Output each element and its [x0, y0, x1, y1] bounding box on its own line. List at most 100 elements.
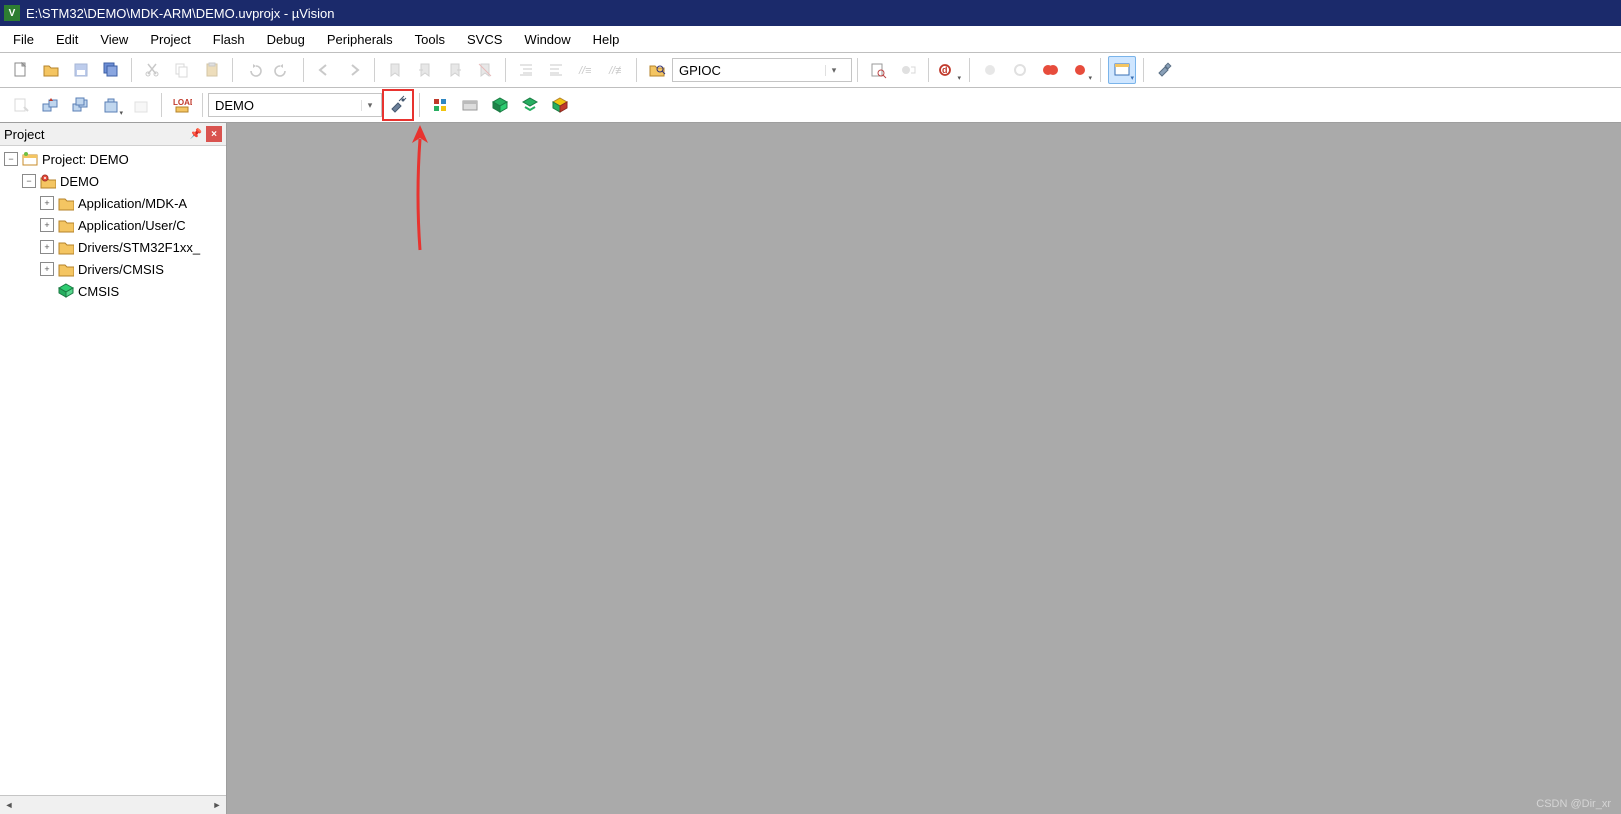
expand-icon[interactable]: + [40, 240, 54, 254]
expand-icon[interactable]: + [40, 262, 54, 276]
tree-root[interactable]: − Project: DEMO [2, 148, 226, 170]
save-icon[interactable] [68, 57, 94, 83]
window-layout-icon[interactable]: ▾ [1108, 56, 1136, 84]
build-icon[interactable] [38, 92, 64, 118]
bookmark-next-icon[interactable] [442, 57, 468, 83]
uncomment-icon[interactable]: //≢ [603, 57, 629, 83]
bookmark-prev-icon[interactable] [412, 57, 438, 83]
breakpoint-enable-icon[interactable]: ▾ [1067, 57, 1093, 83]
menu-tools[interactable]: Tools [404, 26, 456, 52]
project-tree[interactable]: − Project: DEMO − DEMO + Application/MDK… [0, 146, 226, 814]
indent-icon[interactable] [513, 57, 539, 83]
svg-text:d: d [942, 65, 948, 75]
save-all-icon[interactable] [98, 57, 124, 83]
toolbar-main: //≡ //≢ GPIOC ▾ d▾ ▾ ▾ [0, 53, 1621, 88]
menu-project[interactable]: Project [139, 26, 201, 52]
workspace: Project 📌 × − Project: DEMO − DEMO + App… [0, 123, 1621, 814]
paste-icon[interactable] [199, 57, 225, 83]
close-icon[interactable]: × [206, 126, 222, 142]
manage-rtos-icon[interactable] [427, 92, 453, 118]
manage-components-icon[interactable] [547, 92, 573, 118]
select-packs-icon[interactable] [457, 92, 483, 118]
open-file-icon[interactable] [38, 57, 64, 83]
expand-icon[interactable]: + [40, 218, 54, 232]
debug-session-icon[interactable]: d▾ [936, 57, 962, 83]
tree-group-label: Drivers/STM32F1xx_ [78, 240, 200, 255]
breakpoint-insert-icon[interactable] [977, 57, 1003, 83]
configure-icon[interactable] [1151, 57, 1177, 83]
folder-icon [58, 261, 74, 277]
target-options-icon[interactable] [385, 92, 411, 118]
component-icon [58, 283, 74, 299]
breakpoint-disable-icon[interactable] [1007, 57, 1033, 83]
search-combo-text: GPIOC [673, 63, 825, 78]
editor-area: CSDN @Dir_xr [227, 123, 1621, 814]
expand-icon[interactable]: + [40, 196, 54, 210]
watermark: CSDN @Dir_xr [1536, 798, 1611, 810]
tree-component-label: CMSIS [78, 284, 119, 299]
redo-icon[interactable] [270, 57, 296, 83]
project-pane-title: Project [4, 127, 44, 142]
bookmark-clear-icon[interactable] [472, 57, 498, 83]
menu-edit[interactable]: Edit [45, 26, 89, 52]
pin-icon[interactable]: 📌 [188, 126, 204, 142]
cut-icon[interactable] [139, 57, 165, 83]
search-combo[interactable]: GPIOC ▾ [672, 58, 852, 82]
debug-start-icon[interactable] [865, 57, 891, 83]
chevron-down-icon[interactable]: ▾ [361, 100, 378, 111]
nav-back-icon[interactable] [311, 57, 337, 83]
menu-svcs[interactable]: SVCS [456, 26, 513, 52]
bookmark-toggle-icon[interactable] [382, 57, 408, 83]
tree-group-label: Application/User/C [78, 218, 186, 233]
translate-icon[interactable] [8, 92, 34, 118]
scroll-right-icon[interactable]: ► [208, 797, 226, 813]
breakpoint-kill-icon[interactable] [1037, 57, 1063, 83]
project-icon [22, 151, 38, 167]
rebuild-icon[interactable] [68, 92, 94, 118]
undo-icon[interactable] [240, 57, 266, 83]
menu-bar: File Edit View Project Flash Debug Perip… [0, 26, 1621, 53]
new-file-icon[interactable] [8, 57, 34, 83]
menu-flash[interactable]: Flash [202, 26, 256, 52]
svg-text://≡: //≡ [578, 65, 592, 77]
batch-build-icon[interactable]: ▾ [98, 92, 124, 118]
tree-group-label: Application/MDK-A [78, 196, 187, 211]
stop-build-icon[interactable] [128, 92, 154, 118]
menu-window[interactable]: Window [513, 26, 581, 52]
outdent-icon[interactable] [543, 57, 569, 83]
folder-icon [58, 195, 74, 211]
nav-forward-icon[interactable] [341, 57, 367, 83]
svg-text:LOAD: LOAD [173, 98, 192, 107]
target-icon [40, 173, 56, 189]
comment-icon[interactable]: //≡ [573, 57, 599, 83]
scroll-left-icon[interactable]: ◄ [0, 797, 18, 813]
copy-icon[interactable] [169, 57, 195, 83]
window-title-bar: V E:\STM32\DEMO\MDK-ARM\DEMO.uvprojx - µ… [0, 0, 1621, 26]
horizontal-scrollbar[interactable]: ◄ ► [0, 795, 226, 814]
download-icon[interactable]: LOAD [169, 92, 195, 118]
tree-component[interactable]: CMSIS [2, 280, 226, 302]
tree-group[interactable]: + Drivers/CMSIS [2, 258, 226, 280]
chevron-down-icon[interactable]: ▾ [825, 65, 842, 76]
project-pane-header: Project 📌 × [0, 123, 226, 146]
menu-help[interactable]: Help [582, 26, 631, 52]
toolbar-build: ▾ LOAD DEMO ▾ [0, 88, 1621, 123]
menu-peripherals[interactable]: Peripherals [316, 26, 404, 52]
tree-group[interactable]: + Application/MDK-A [2, 192, 226, 214]
find-in-files-icon[interactable] [644, 57, 670, 83]
collapse-icon[interactable]: − [4, 152, 18, 166]
target-combo-text: DEMO [209, 98, 361, 113]
collapse-icon[interactable]: − [22, 174, 36, 188]
target-combo[interactable]: DEMO ▾ [208, 93, 382, 117]
menu-view[interactable]: View [89, 26, 139, 52]
tree-group[interactable]: + Application/User/C [2, 214, 226, 236]
menu-debug[interactable]: Debug [256, 26, 316, 52]
tree-group-label: Drivers/CMSIS [78, 262, 164, 277]
tree-target[interactable]: − DEMO [2, 170, 226, 192]
tree-group[interactable]: + Drivers/STM32F1xx_ [2, 236, 226, 258]
pack-installer-icon[interactable] [487, 92, 513, 118]
breakpoint-icon[interactable] [895, 57, 921, 83]
component-viewer-icon[interactable] [517, 92, 543, 118]
annotation-highlight [382, 89, 414, 121]
menu-file[interactable]: File [2, 26, 45, 52]
